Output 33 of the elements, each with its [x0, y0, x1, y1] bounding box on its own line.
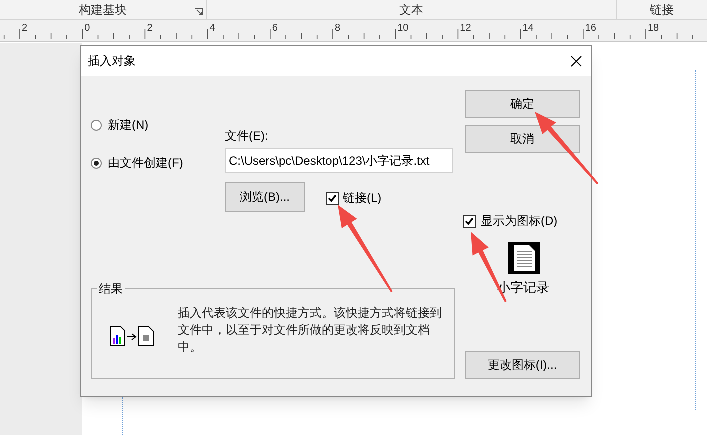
ruler-number: 4: [210, 23, 216, 34]
dialog-button[interactable]: 确定: [465, 90, 580, 118]
ruler-number: 18: [648, 23, 660, 34]
dialog-button[interactable]: 取消: [465, 125, 580, 153]
ruler-number: 6: [272, 23, 278, 34]
dialog-button[interactable]: 更改图标(I)...: [465, 351, 580, 379]
ribbon-group-label: 链接: [650, 2, 674, 18]
ribbon-group-label: 构建基块: [79, 2, 127, 18]
result-description: 插入代表该文件的快捷方式。该快捷方式将链接到文件中，以至于对文件所做的更改将反映到文档中。: [178, 305, 443, 356]
document-icon: [508, 242, 540, 274]
ribbon-group-label: 文本: [400, 2, 424, 18]
radio-label: 由文件创建(F): [108, 155, 184, 172]
checkbox[interactable]: [463, 214, 476, 228]
ruler-number: 0: [84, 23, 90, 34]
ruler-number: 8: [334, 23, 341, 34]
radio-button[interactable]: [91, 120, 102, 130]
field-label: 文件(E):: [225, 128, 270, 145]
dialog-launcher-icon[interactable]: [195, 8, 203, 16]
file-path-field[interactable]: C:\Users\pc\Desktop\123\小字记录.txt: [225, 148, 453, 173]
ruler-number: 2: [147, 23, 153, 34]
radio-button[interactable]: [91, 158, 102, 168]
close-icon: [570, 56, 582, 66]
dialog-button[interactable]: 浏览(B)...: [225, 182, 305, 212]
checkbox-label: 显示为图标(D): [481, 213, 558, 230]
window-title: 插入对象: [88, 53, 136, 70]
radio-label: 新建(N): [108, 117, 149, 134]
checkbox[interactable]: [326, 192, 339, 204]
ruler-number: 12: [460, 23, 472, 34]
ruler-number: 10: [398, 23, 409, 34]
ruler-number: 16: [585, 23, 596, 34]
ruler-number: 14: [522, 23, 534, 34]
checkbox-label: 链接(L): [343, 190, 382, 207]
ruler-number: 2: [22, 23, 28, 34]
